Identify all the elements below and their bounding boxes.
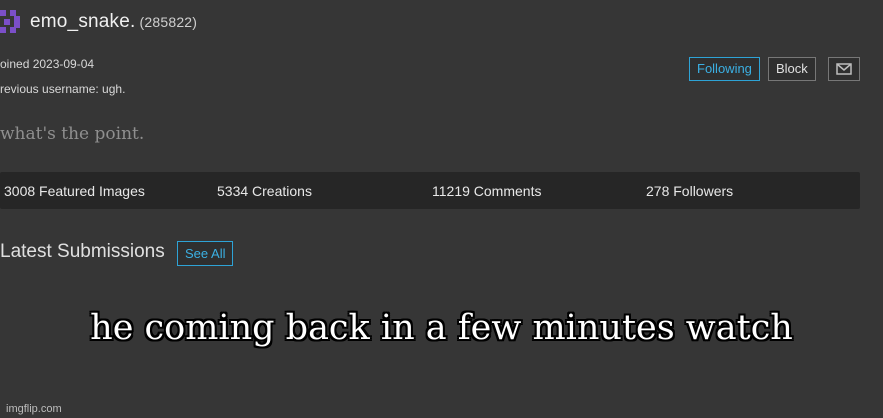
imgflip-watermark: imgflip.com	[6, 403, 62, 415]
meme-caption: he coming back in a few minutes watch	[90, 308, 793, 348]
stat-followers[interactable]: 278 Followers	[646, 183, 733, 199]
profile-bio: what's the point.	[0, 124, 145, 144]
previous-username: revious username: ugh.	[0, 82, 126, 96]
joined-date: oined 2023-09-04	[0, 57, 95, 71]
user-id: (285822)	[139, 14, 198, 30]
latest-submissions-heading: Latest Submissions	[0, 241, 165, 262]
message-button[interactable]	[828, 57, 860, 81]
see-all-button[interactable]: See All	[177, 241, 234, 266]
following-button[interactable]: Following	[689, 57, 760, 81]
stats-bar: 3008 Featured Images 5334 Creations 1121…	[0, 172, 860, 209]
envelope-icon	[836, 63, 852, 75]
stat-creations[interactable]: 5334 Creations	[217, 183, 312, 199]
block-button[interactable]: Block	[768, 57, 816, 81]
stat-comments[interactable]: 11219 Comments	[432, 183, 541, 199]
avatar[interactable]	[0, 7, 20, 35]
username-text: emo_snake.	[30, 11, 136, 32]
stat-featured-images[interactable]: 3008 Featured Images	[4, 183, 145, 199]
profile-username: emo_snake. (285822)	[30, 11, 197, 33]
